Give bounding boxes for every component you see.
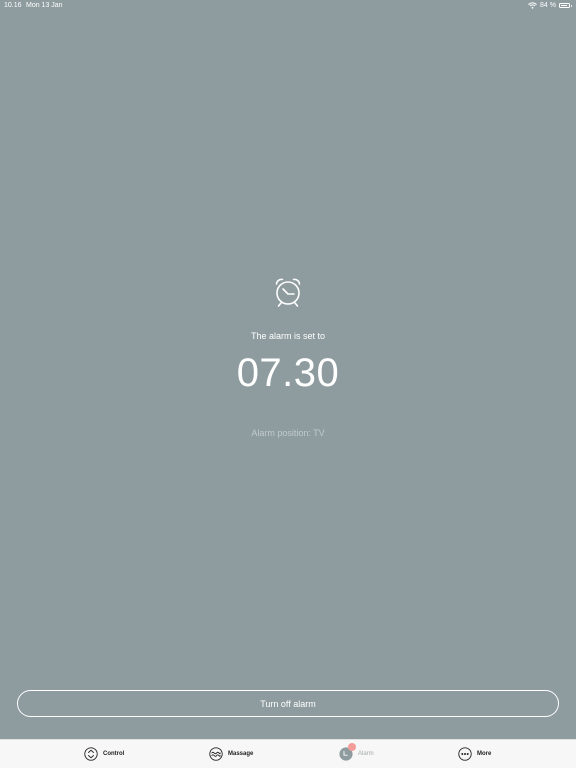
massage-icon <box>209 747 223 761</box>
tab-alarm[interactable]: Alarm <box>339 743 374 762</box>
alarm-notification-badge <box>348 743 356 751</box>
more-icon <box>458 747 472 761</box>
tab-control[interactable]: Control <box>84 746 124 762</box>
battery-level <box>561 5 567 6</box>
control-icon <box>84 747 98 761</box>
battery-icon <box>559 3 572 8</box>
status-indicators: 84 % <box>528 2 572 9</box>
alarm-time: 07.30 <box>236 351 340 395</box>
tab-bar: Control Massage Alarm More <box>0 739 576 768</box>
alarm-caption: The alarm is set to <box>250 331 326 341</box>
tab-more-label: More <box>477 751 492 757</box>
status-bar: 10.16 Mon 13 Jan 84 % <box>0 0 576 12</box>
tab-alarm-label: Alarm <box>358 751 374 757</box>
alarm-position: Alarm position: TV <box>251 428 325 438</box>
tab-massage[interactable]: Massage <box>209 746 253 762</box>
wifi-icon <box>528 2 537 9</box>
tab-more[interactable]: More <box>458 746 491 762</box>
tab-massage-label: Massage <box>228 751 254 757</box>
alarm-tab-icon <box>339 743 356 761</box>
turn-off-alarm-button[interactable]: Turn off alarm <box>17 690 559 717</box>
status-date: Mon 13 Jan <box>26 2 63 9</box>
tab-control-label: Control <box>103 751 125 757</box>
alarm-clock-icon <box>272 276 304 308</box>
status-time: 10.16 <box>4 2 22 9</box>
battery-percentage: 84 % <box>540 2 556 9</box>
